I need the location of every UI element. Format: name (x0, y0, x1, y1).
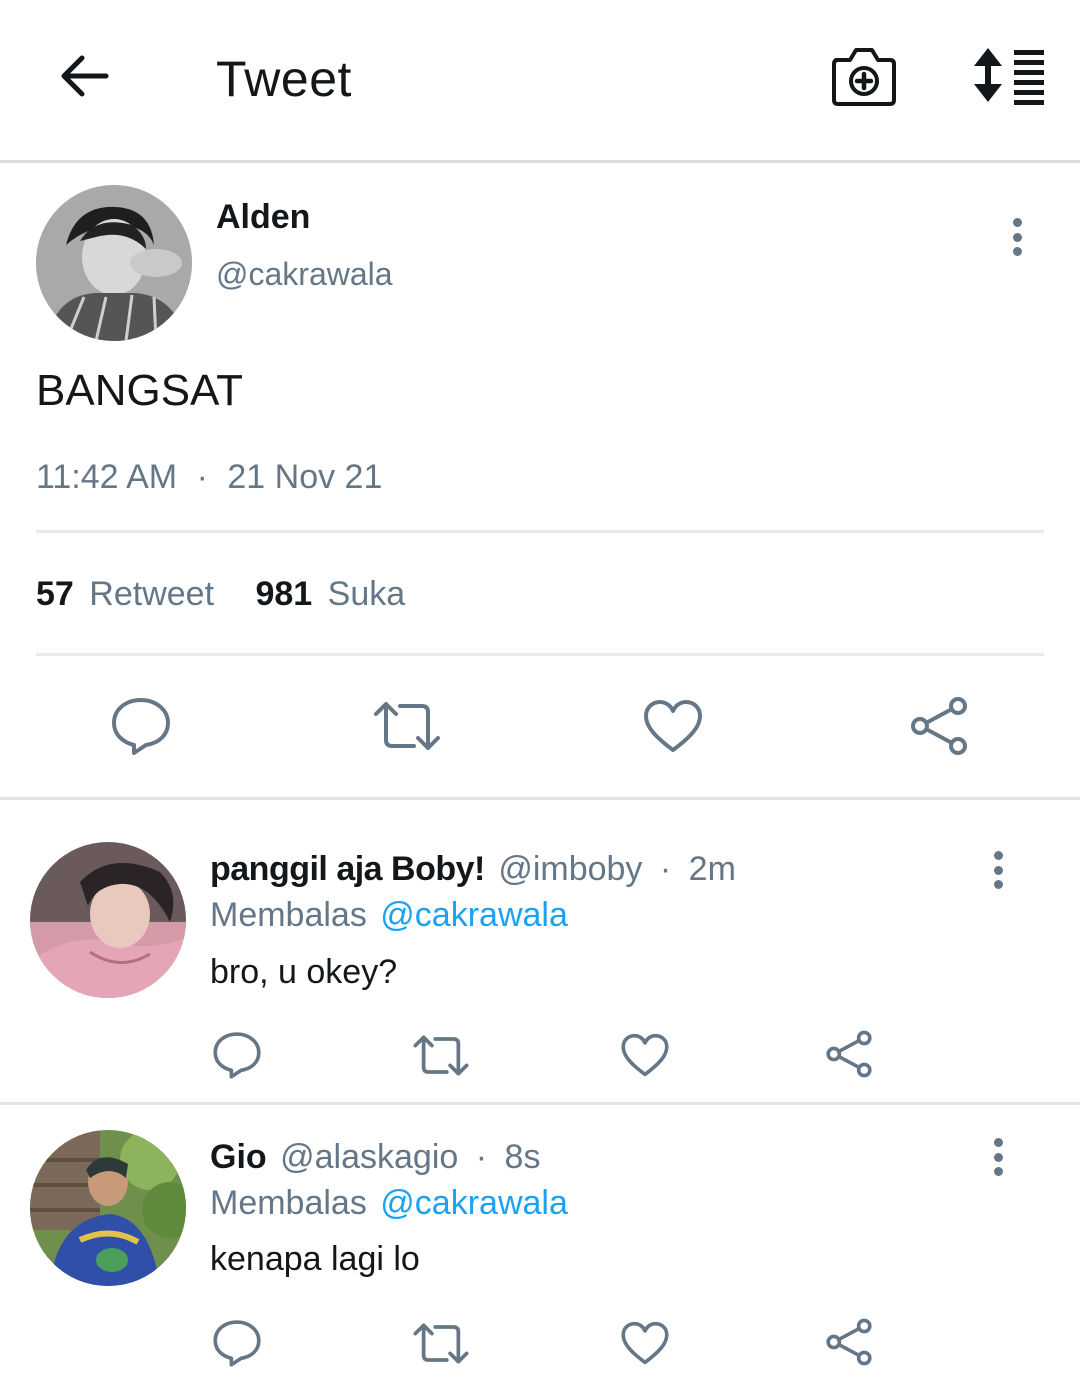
dot (993, 1138, 1003, 1147)
retweet-icon (413, 1035, 469, 1076)
reply-time: 2m (688, 850, 736, 888)
separator-dot: · (659, 850, 672, 888)
back-button[interactable] (52, 44, 116, 108)
replying-to: Membalas @cakrawala (210, 896, 568, 935)
retweet-label: Retweet (89, 575, 215, 613)
tweet-stats: 57 Retweet 981 Suka (36, 575, 405, 614)
retweet-icon (374, 702, 440, 750)
top-bar: Tweet (0, 0, 1080, 163)
avatar[interactable] (36, 185, 192, 341)
page-title: Tweet (216, 51, 352, 107)
profile-photo (36, 185, 192, 341)
dot (1012, 232, 1022, 242)
like-button[interactable] (620, 1032, 670, 1083)
replying-to: Membalas @cakrawala (210, 1184, 568, 1223)
share-icon (911, 697, 967, 755)
share-icon (826, 1030, 872, 1078)
profile-photo (30, 1130, 186, 1286)
reply-more-button[interactable] (986, 851, 1010, 889)
reply-text: bro, u okey? (210, 953, 398, 991)
share-button[interactable] (908, 696, 970, 761)
reply-icon (112, 698, 170, 755)
retweet-count: 57 (36, 575, 74, 613)
add-photo-button[interactable] (830, 44, 898, 108)
reply-author-handle[interactable]: @imboby (498, 850, 642, 888)
camera-plus-icon (832, 48, 896, 106)
tweet-timestamp: 11:42 AM · 21 Nov 21 (36, 458, 382, 497)
divider (36, 653, 1044, 656)
section-divider (0, 797, 1080, 800)
retweet-button[interactable] (372, 700, 442, 757)
like-count: 981 (255, 575, 313, 613)
like-label: Suka (327, 575, 406, 613)
reply-author-name[interactable]: panggil aja Boby! (210, 850, 485, 888)
arrow-left-icon (61, 55, 109, 97)
dot (993, 1152, 1003, 1162)
share-button[interactable] (824, 1030, 874, 1083)
reply-header: panggil aja Boby! @imboby · 2m (210, 850, 736, 889)
heart-icon (644, 700, 702, 752)
reply-author-name[interactable]: Gio (210, 1138, 267, 1176)
dot (993, 851, 1003, 860)
profile-photo (30, 842, 186, 998)
retweet-stat[interactable]: 57 Retweet (36, 575, 223, 613)
retweet-button[interactable] (412, 1034, 470, 1082)
tweet-date: 21 Nov 21 (227, 458, 383, 496)
reply-icon (213, 1320, 261, 1367)
tweet-time: 11:42 AM (36, 458, 178, 496)
replying-label: Membalas (210, 1184, 367, 1222)
reply-icon (213, 1032, 261, 1079)
reply-button[interactable] (212, 1318, 262, 1373)
heart-icon (621, 1033, 669, 1077)
divider (36, 530, 1044, 533)
reply-button[interactable] (110, 696, 172, 761)
retweet-button[interactable] (412, 1322, 470, 1370)
reply-author-handle[interactable]: @alaskagio (280, 1138, 458, 1176)
sort-replies-button[interactable] (966, 44, 1050, 108)
replying-label: Membalas (210, 896, 367, 934)
dot (993, 1167, 1003, 1176)
reply-text: kenapa lagi lo (210, 1240, 420, 1278)
separator-dot: · (196, 458, 208, 496)
section-divider (0, 1102, 1080, 1105)
reply-header: Gio @alaskagio · 8s (210, 1138, 540, 1177)
reply-button[interactable] (212, 1030, 262, 1085)
dot (1012, 218, 1022, 227)
tweet-text: BANGSAT (36, 366, 244, 415)
dot (1012, 247, 1022, 256)
retweet-icon (413, 1323, 469, 1364)
like-stat[interactable]: 981 Suka (255, 575, 405, 613)
mention-link[interactable]: @cakrawala (380, 896, 568, 934)
mention-link[interactable]: @cakrawala (380, 1184, 568, 1222)
like-button[interactable] (620, 1320, 670, 1371)
reply-time: 8s (504, 1138, 541, 1176)
reply-more-button[interactable] (986, 1138, 1010, 1176)
author-name[interactable]: Alden (216, 198, 310, 237)
heart-icon (621, 1321, 669, 1365)
dot (993, 865, 1003, 875)
share-button[interactable] (824, 1318, 874, 1371)
reply-avatar[interactable] (30, 842, 186, 998)
dot (993, 880, 1003, 889)
sort-list-icon (974, 48, 1044, 105)
like-button[interactable] (642, 698, 704, 759)
separator-dot: · (475, 1138, 488, 1176)
reply-avatar[interactable] (30, 1130, 186, 1286)
more-options-button[interactable] (1005, 218, 1029, 256)
share-icon (826, 1318, 872, 1366)
author-handle[interactable]: @cakrawala (216, 256, 393, 293)
